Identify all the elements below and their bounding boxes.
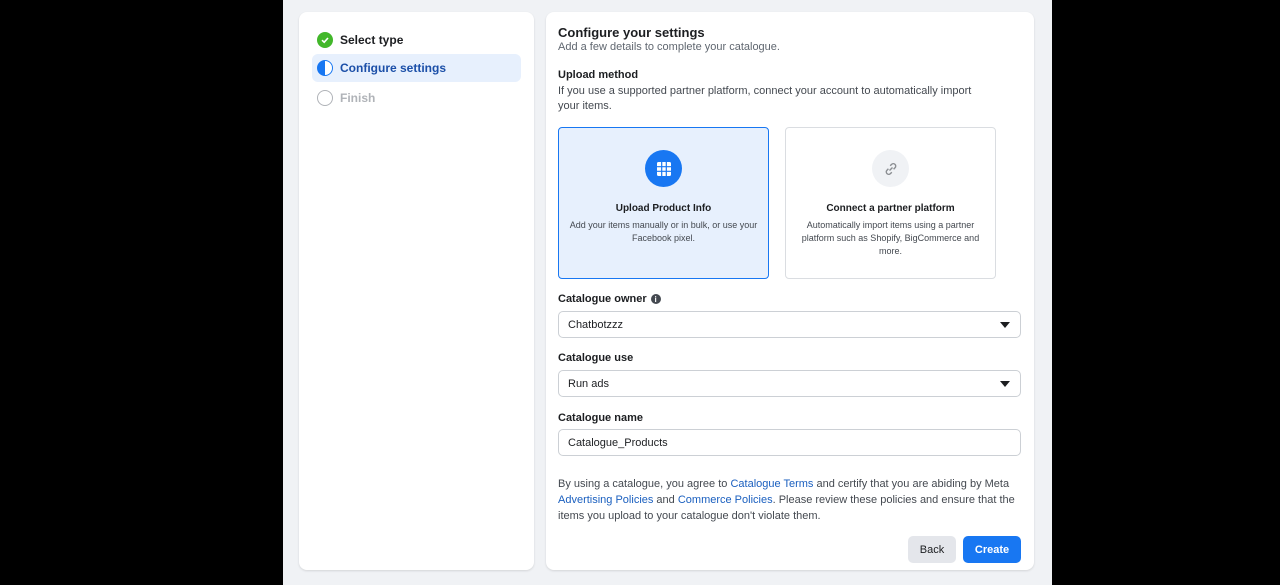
step-finish[interactable]: Finish — [312, 84, 521, 112]
chevron-down-icon — [1000, 381, 1010, 387]
terms-text-part: and certify that you are abiding by Meta — [813, 478, 1010, 490]
dialog-frame: Select type Configure settings Finish Co… — [283, 0, 1052, 585]
half-circle-icon — [317, 60, 333, 76]
catalogue-use-label: Catalogue use — [558, 352, 634, 364]
catalogue-owner-label-row: Catalogue owner i — [558, 293, 661, 305]
terms-text: By using a catalogue, you agree to Catal… — [558, 476, 1018, 524]
catalogue-owner-label: Catalogue owner — [558, 293, 647, 305]
connect-partner-platform-option[interactable]: Connect a partner platform Automatically… — [785, 127, 996, 279]
page-subtitle: Add a few details to complete your catal… — [558, 41, 780, 53]
advertising-policies-link[interactable]: Advertising Policies — [558, 494, 653, 506]
upload-method-description: If you use a supported partner platform,… — [558, 85, 972, 112]
settings-panel: Configure your settings Add a few detail… — [546, 12, 1034, 570]
upload-method-label: Upload method — [558, 69, 639, 81]
info-icon[interactable]: i — [650, 294, 661, 304]
catalogue-terms-link[interactable]: Catalogue Terms — [730, 478, 813, 490]
link-icon — [872, 150, 909, 187]
step-label: Finish — [340, 91, 376, 105]
empty-circle-icon — [317, 90, 333, 106]
step-select-type[interactable]: Select type — [312, 26, 521, 54]
step-label: Select type — [340, 33, 404, 47]
terms-text-part: and — [653, 494, 678, 506]
chevron-down-icon — [1000, 322, 1010, 328]
option-description: Add your items manually or in bulk, or u… — [569, 220, 758, 243]
back-button[interactable]: Back — [908, 536, 956, 563]
check-circle-icon — [317, 32, 333, 48]
commerce-policies-link[interactable]: Commerce Policies — [678, 494, 773, 506]
grid-icon — [645, 150, 682, 187]
create-button[interactable]: Create — [963, 536, 1021, 563]
option-description: Automatically import items using a partn… — [801, 220, 980, 256]
upload-product-info-option[interactable]: Upload Product Info Add your items manua… — [558, 127, 769, 279]
page-title: Configure your settings — [558, 25, 705, 40]
catalogue-name-input[interactable]: Catalogue_Products — [558, 429, 1021, 456]
catalogue-owner-value: Chatbotzzz — [568, 318, 624, 331]
catalogue-name-value: Catalogue_Products — [568, 436, 668, 449]
catalogue-owner-select[interactable]: Chatbotzzz — [558, 311, 1021, 338]
step-label: Configure settings — [340, 61, 447, 75]
catalogue-name-label: Catalogue name — [558, 412, 643, 424]
terms-text-part: By using a catalogue, you agree to — [558, 478, 731, 490]
catalogue-use-value: Run ads — [568, 377, 609, 390]
step-configure-settings[interactable]: Configure settings — [312, 54, 521, 82]
catalogue-use-select[interactable]: Run ads — [558, 370, 1021, 397]
steps-panel: Select type Configure settings Finish — [299, 12, 534, 570]
option-title: Connect a partner platform — [826, 203, 955, 214]
option-title: Upload Product Info — [615, 203, 712, 214]
